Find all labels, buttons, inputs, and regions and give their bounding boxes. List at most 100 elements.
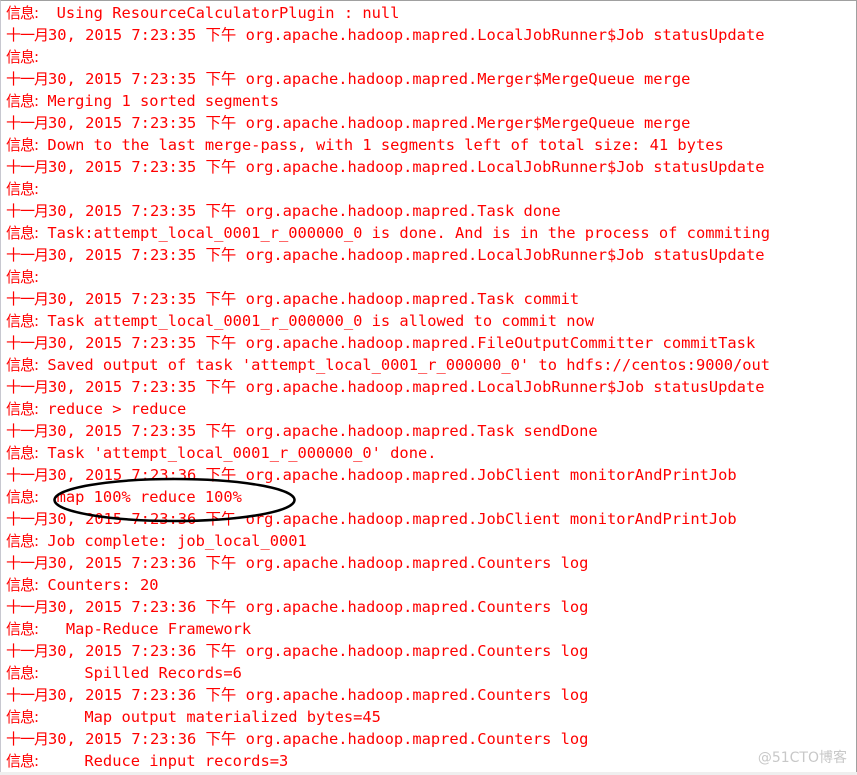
log-line-header: 十一月30, 2015 7:23:35 下午 org.apache.hadoop… <box>6 376 857 398</box>
log-prefix: 信息: <box>6 92 39 110</box>
log-line-info: 信息: Job complete: job_local_0001 <box>6 530 857 552</box>
log-text: 30, 2015 7:23:35 下午 org.apache.hadoop.ma… <box>48 246 765 264</box>
log-line-header: 十一月30, 2015 7:23:35 下午 org.apache.hadoop… <box>6 156 857 178</box>
log-prefix: 十一月 <box>6 158 49 176</box>
log-line-header: 十一月30, 2015 7:23:35 下午 org.apache.hadoop… <box>6 112 857 134</box>
log-prefix: 十一月 <box>6 378 49 396</box>
log-prefix: 十一月 <box>6 70 49 88</box>
log-prefix: 信息: <box>6 356 39 374</box>
log-line-header: 十一月30, 2015 7:23:35 下午 org.apache.hadoop… <box>6 200 857 222</box>
log-prefix: 十一月 <box>6 334 49 352</box>
log-text: Reduce input records=3 <box>38 752 289 770</box>
log-prefix: 信息: <box>6 4 39 22</box>
log-line-info: 信息: Task attempt_local_0001_r_000000_0 i… <box>6 310 857 332</box>
console-output[interactable]: 信息: Using ResourceCalculatorPlugin : nul… <box>6 2 857 772</box>
log-prefix: 信息: <box>6 268 39 286</box>
log-prefix: 信息: <box>6 488 39 506</box>
log-text: 30, 2015 7:23:35 下午 org.apache.hadoop.ma… <box>48 158 765 176</box>
log-text: reduce > reduce <box>38 400 187 418</box>
log-line-header: 十一月30, 2015 7:23:35 下午 org.apache.hadoop… <box>6 420 857 442</box>
log-prefix: 信息: <box>6 224 39 242</box>
log-line-header: 十一月30, 2015 7:23:36 下午 org.apache.hadoop… <box>6 464 857 486</box>
log-line-info: 信息: Down to the last merge-pass, with 1 … <box>6 134 857 156</box>
log-line-header: 十一月30, 2015 7:23:35 下午 org.apache.hadoop… <box>6 288 857 310</box>
log-prefix: 信息: <box>6 532 39 550</box>
log-prefix: 信息: <box>6 48 39 66</box>
log-prefix: 十一月 <box>6 598 49 616</box>
log-line-info: 信息: Task:attempt_local_0001_r_000000_0 i… <box>6 222 857 244</box>
log-prefix: 十一月 <box>6 26 49 44</box>
log-text: Job complete: job_local_0001 <box>38 532 307 550</box>
log-line-info: 信息: <box>6 178 857 200</box>
log-prefix: 十一月 <box>6 246 49 264</box>
log-text: Merging 1 sorted segments <box>38 92 279 110</box>
log-line-info: 信息: Counters: 20 <box>6 574 857 596</box>
log-text: 30, 2015 7:23:36 下午 org.apache.hadoop.ma… <box>48 730 589 748</box>
log-line-info: 信息: Map-Reduce Framework <box>6 618 857 640</box>
log-line-info: 信息: Using ResourceCalculatorPlugin : nul… <box>6 2 857 24</box>
log-text: Map-Reduce Framework <box>38 620 252 638</box>
log-line-header: 十一月30, 2015 7:23:35 下午 org.apache.hadoop… <box>6 332 857 354</box>
log-text: Spilled Records=6 <box>38 664 242 682</box>
log-prefix: 十一月 <box>6 510 49 528</box>
log-line-info: 信息: reduce > reduce <box>6 398 857 420</box>
log-text: Counters: 20 <box>38 576 159 594</box>
log-line-header: 十一月30, 2015 7:23:36 下午 org.apache.hadoop… <box>6 684 857 706</box>
log-text: 30, 2015 7:23:36 下午 org.apache.hadoop.ma… <box>48 598 589 616</box>
log-line-info: 信息: Saved output of task 'attempt_local_… <box>6 354 857 376</box>
log-prefix: 信息: <box>6 664 39 682</box>
log-text: 30, 2015 7:23:36 下午 org.apache.hadoop.ma… <box>48 642 589 660</box>
log-text: Map output materialized bytes=45 <box>38 708 381 726</box>
log-text: 30, 2015 7:23:35 下午 org.apache.hadoop.ma… <box>48 70 691 88</box>
log-prefix: 十一月 <box>6 642 49 660</box>
log-prefix: 信息: <box>6 180 39 198</box>
log-line-header: 十一月30, 2015 7:23:36 下午 org.apache.hadoop… <box>6 596 857 618</box>
log-prefix: 信息: <box>6 312 39 330</box>
log-text: 30, 2015 7:23:35 下午 org.apache.hadoop.ma… <box>48 290 580 308</box>
log-text: 30, 2015 7:23:36 下午 org.apache.hadoop.ma… <box>48 686 589 704</box>
log-line-info: 信息: Map output materialized bytes=45 <box>6 706 857 728</box>
log-line-info: 信息: Merging 1 sorted segments <box>6 90 857 112</box>
log-text: 30, 2015 7:23:36 下午 org.apache.hadoop.ma… <box>48 510 737 528</box>
log-prefix: 信息: <box>6 576 39 594</box>
log-line-header: 十一月30, 2015 7:23:35 下午 org.apache.hadoop… <box>6 68 857 90</box>
log-text: Task 'attempt_local_0001_r_000000_0' don… <box>38 444 437 462</box>
log-prefix: 十一月 <box>6 554 49 572</box>
log-prefix: 十一月 <box>6 730 49 748</box>
log-text: Saved output of task 'attempt_local_0001… <box>38 356 771 374</box>
log-line-info: 信息: <box>6 46 857 68</box>
log-prefix: 十一月 <box>6 114 49 132</box>
log-prefix: 信息: <box>6 708 39 726</box>
log-prefix: 信息: <box>6 400 39 418</box>
watermark: @51CTO博客 <box>757 750 847 766</box>
log-prefix: 十一月 <box>6 202 49 220</box>
log-line-header: 十一月30, 2015 7:23:35 下午 org.apache.hadoop… <box>6 24 857 46</box>
log-text: 30, 2015 7:23:36 下午 org.apache.hadoop.ma… <box>48 466 737 484</box>
log-text: 30, 2015 7:23:35 下午 org.apache.hadoop.ma… <box>48 114 691 132</box>
log-text: 30, 2015 7:23:35 下午 org.apache.hadoop.ma… <box>48 26 765 44</box>
log-text: Down to the last merge-pass, with 1 segm… <box>38 136 724 154</box>
log-prefix: 十一月 <box>6 466 49 484</box>
log-prefix: 十一月 <box>6 290 49 308</box>
log-prefix: 信息: <box>6 620 39 638</box>
log-text: Task attempt_local_0001_r_000000_0 is al… <box>38 312 595 330</box>
log-line-header: 十一月30, 2015 7:23:36 下午 org.apache.hadoop… <box>6 728 857 750</box>
log-text: Task:attempt_local_0001_r_000000_0 is do… <box>38 224 771 242</box>
log-text: 30, 2015 7:23:35 下午 org.apache.hadoop.ma… <box>48 202 561 220</box>
log-line-info: 信息: Reduce input records=3 <box>6 750 857 772</box>
log-line-header: 十一月30, 2015 7:23:36 下午 org.apache.hadoop… <box>6 640 857 662</box>
log-line-header: 十一月30, 2015 7:23:36 下午 org.apache.hadoop… <box>6 508 857 530</box>
log-text: 30, 2015 7:23:36 下午 org.apache.hadoop.ma… <box>48 554 589 572</box>
log-text: 30, 2015 7:23:35 下午 org.apache.hadoop.ma… <box>48 378 765 396</box>
log-text: 30, 2015 7:23:35 下午 org.apache.hadoop.ma… <box>48 334 756 352</box>
log-line-info: 信息: <box>6 266 857 288</box>
log-prefix: 信息: <box>6 752 39 770</box>
log-text: 30, 2015 7:23:35 下午 org.apache.hadoop.ma… <box>48 422 598 440</box>
log-prefix: 十一月 <box>6 686 49 704</box>
log-text: Using ResourceCalculatorPlugin : null <box>38 4 400 22</box>
log-line-header: 十一月30, 2015 7:23:36 下午 org.apache.hadoop… <box>6 552 857 574</box>
log-prefix: 信息: <box>6 444 39 462</box>
log-line-info: 信息: Spilled Records=6 <box>6 662 857 684</box>
log-line-info: 信息: Task 'attempt_local_0001_r_000000_0'… <box>6 442 857 464</box>
log-prefix: 信息: <box>6 136 39 154</box>
